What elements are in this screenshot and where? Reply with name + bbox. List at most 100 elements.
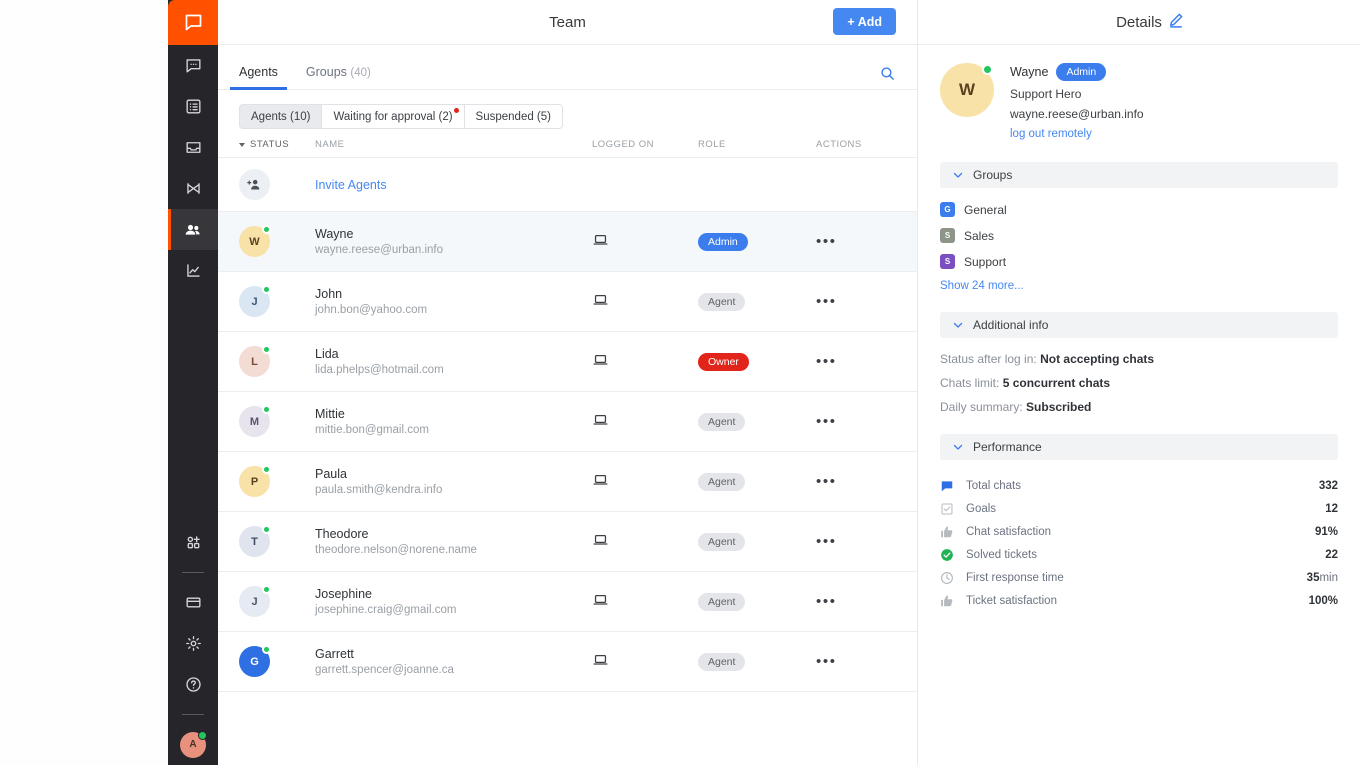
invite-icon-cell bbox=[239, 169, 315, 200]
performance-unit: min bbox=[1319, 571, 1338, 584]
table-row[interactable]: G Garrett garrett.spencer@joanne.ca Agent ••… bbox=[218, 632, 917, 692]
logged-on-cell bbox=[592, 531, 698, 553]
avatar-initials: L bbox=[251, 355, 258, 368]
row-actions-menu-icon[interactable]: ••• bbox=[816, 473, 837, 490]
agent-name: Wayne bbox=[315, 227, 354, 241]
show-more-groups-link[interactable]: Show 24 more... bbox=[940, 280, 1338, 292]
add-person-icon bbox=[239, 169, 270, 200]
sidebar-item-archives[interactable] bbox=[168, 127, 218, 168]
agent-avatar-cell: W bbox=[239, 225, 315, 257]
desktop-icon bbox=[592, 234, 609, 252]
group-avatar-icon: G bbox=[940, 202, 955, 217]
table-row[interactable]: L Lida lida.phelps@hotmail.com Owner ••• bbox=[218, 332, 917, 392]
group-list-item[interactable]: S Support bbox=[940, 254, 1338, 269]
row-actions-menu-icon[interactable]: ••• bbox=[816, 353, 837, 370]
role-cell: Agent bbox=[698, 412, 816, 431]
sidebar-item-tickets[interactable] bbox=[168, 86, 218, 127]
page-title: Team bbox=[549, 13, 586, 31]
sidebar-item-team[interactable] bbox=[168, 209, 218, 250]
row-actions-menu-icon[interactable]: ••• bbox=[816, 293, 837, 310]
tab-groups[interactable]: Groups (40) bbox=[306, 65, 371, 89]
column-header-role: ROLE bbox=[698, 139, 726, 150]
actions-cell: ••• bbox=[816, 473, 896, 491]
row-actions-menu-icon[interactable]: ••• bbox=[816, 653, 837, 670]
log-out-remotely-link[interactable]: log out remotely bbox=[1010, 128, 1144, 140]
agent-list: Invite Agents W Wayne wayne.reese@urban.in… bbox=[218, 158, 917, 765]
performance-label: Solved tickets bbox=[966, 548, 1037, 561]
sidebar-item-chats[interactable] bbox=[168, 45, 218, 86]
sidebar-item-billing[interactable] bbox=[168, 582, 218, 623]
sidebar-item-engage[interactable] bbox=[168, 168, 218, 209]
group-avatar-icon: S bbox=[940, 254, 955, 269]
performance-label: Goals bbox=[966, 502, 997, 515]
table-row[interactable]: J John john.bon@yahoo.com Agent ••• bbox=[218, 272, 917, 332]
add-button[interactable]: + Add bbox=[833, 8, 896, 35]
actions-cell: ••• bbox=[816, 353, 896, 371]
agent-name-cell: Paula paula.smith@kendra.info bbox=[315, 467, 592, 496]
row-actions-menu-icon[interactable]: ••• bbox=[816, 533, 837, 550]
filter-suspended[interactable]: Suspended (5) bbox=[463, 104, 563, 129]
sidebar-account-avatar[interactable]: A bbox=[168, 724, 218, 765]
avatar-initials: M bbox=[249, 415, 260, 428]
agent-email: lida.phelps@hotmail.com bbox=[315, 364, 444, 376]
invite-agents-row[interactable]: Invite Agents bbox=[218, 158, 917, 212]
status-badge: Admin bbox=[698, 233, 748, 251]
performance-row: Chat satisfaction 91% bbox=[940, 520, 1338, 543]
role-cell: Agent bbox=[698, 532, 816, 551]
table-row[interactable]: M Mittie mittie.bon@gmail.com Agent ••• bbox=[218, 392, 917, 452]
livechat-logo-icon[interactable] bbox=[168, 0, 218, 45]
actions-cell: ••• bbox=[816, 533, 896, 551]
filter-agents[interactable]: Agents (10) bbox=[239, 104, 322, 129]
avatar: W bbox=[940, 63, 994, 117]
sort-caret-icon bbox=[239, 142, 245, 147]
performance-section-header[interactable]: Performance bbox=[940, 434, 1338, 460]
filter-waiting-label: Waiting for approval (2) bbox=[333, 110, 453, 123]
additional-info-section-header[interactable]: Additional info bbox=[940, 312, 1338, 338]
group-name: Sales bbox=[964, 228, 995, 243]
main-header: Team + Add bbox=[218, 0, 917, 45]
table-row[interactable]: T Theodore theodore.nelson@norene.name Agen… bbox=[218, 512, 917, 572]
sidebar-item-apps[interactable] bbox=[168, 522, 218, 563]
logged-on-cell bbox=[592, 651, 698, 673]
profile-email: wayne.reese@urban.info bbox=[1010, 107, 1144, 121]
chevron-down-icon bbox=[952, 169, 964, 181]
row-actions-menu-icon[interactable]: ••• bbox=[816, 233, 837, 250]
table-row[interactable]: P Paula paula.smith@kendra.info Agent ••• bbox=[218, 452, 917, 512]
filter-waiting-approval[interactable]: Waiting for approval (2) bbox=[321, 104, 464, 129]
avatar-initials: J bbox=[251, 295, 258, 308]
table-row[interactable]: W Wayne wayne.reese@urban.info Admin ••• bbox=[218, 212, 917, 272]
group-list-item[interactable]: G General bbox=[940, 202, 1338, 217]
groups-section-title: Groups bbox=[973, 168, 1013, 182]
logged-on-cell bbox=[592, 411, 698, 433]
group-list-item[interactable]: S Sales bbox=[940, 228, 1338, 243]
table-header: STATUS NAME LOGGED ON ROLE ACTIONS bbox=[218, 139, 917, 158]
logged-on-cell bbox=[592, 471, 698, 493]
invite-agents-link[interactable]: Invite Agents bbox=[315, 178, 387, 192]
info-value: Subscribed bbox=[1026, 400, 1092, 414]
agent-avatar-cell: T bbox=[239, 525, 315, 557]
agent-email: john.bon@yahoo.com bbox=[315, 304, 428, 316]
desktop-icon bbox=[592, 414, 609, 432]
performance-value: 91% bbox=[1314, 525, 1338, 538]
agent-avatar-cell: M bbox=[239, 405, 315, 437]
search-icon[interactable] bbox=[879, 65, 896, 82]
groups-section-header[interactable]: Groups bbox=[940, 162, 1338, 188]
avatar: M bbox=[239, 405, 271, 437]
status-dot-online bbox=[262, 585, 271, 594]
row-actions-menu-icon[interactable]: ••• bbox=[816, 593, 837, 610]
additional-info-list: Status after log in: Not accepting chats… bbox=[940, 352, 1338, 414]
avatar: L bbox=[239, 345, 271, 377]
profile-block: W Wayne Admin Support Hero wayne.reese@u… bbox=[940, 63, 1338, 140]
tab-agents[interactable]: Agents bbox=[230, 65, 287, 90]
sidebar-item-settings[interactable] bbox=[168, 623, 218, 664]
column-header-status[interactable]: STATUS bbox=[239, 139, 315, 150]
edit-pencil-icon[interactable] bbox=[1167, 11, 1185, 29]
column-header-status-label: STATUS bbox=[250, 139, 290, 150]
sidebar-item-help[interactable] bbox=[168, 664, 218, 705]
notification-dot-icon bbox=[453, 108, 459, 113]
table-row[interactable]: J Josephine josephine.craig@gmail.com Agent… bbox=[218, 572, 917, 632]
avatar-initials: J bbox=[251, 595, 258, 608]
row-actions-menu-icon[interactable]: ••• bbox=[816, 413, 837, 430]
additional-info-row: Chats limit: 5 concurrent chats bbox=[940, 376, 1338, 390]
sidebar-item-reports[interactable] bbox=[168, 250, 218, 291]
